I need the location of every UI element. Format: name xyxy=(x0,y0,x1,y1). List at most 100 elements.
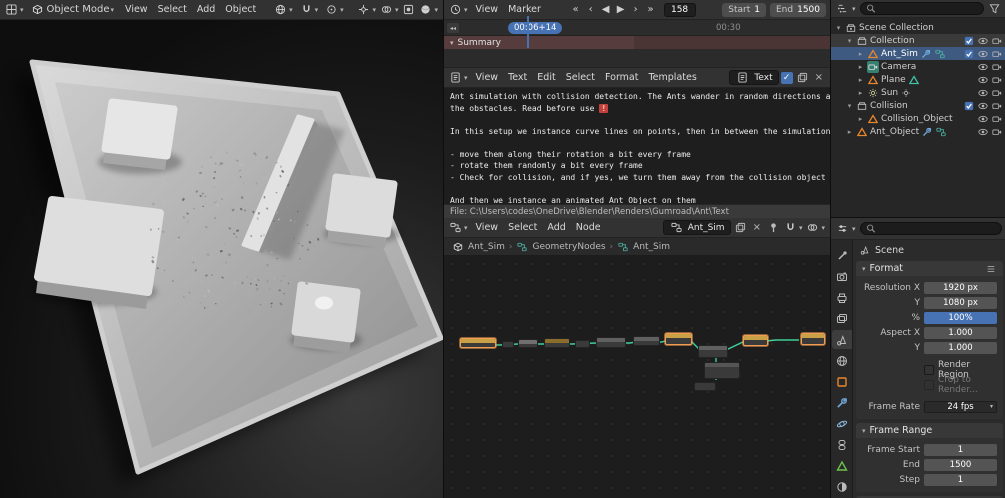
outliner-row-camera[interactable]: ▸ Camera xyxy=(831,60,1005,73)
menu-view[interactable]: View xyxy=(120,3,153,16)
outliner-row-collision[interactable]: ▾ Collision xyxy=(831,99,1005,112)
outliner-row-collision-object[interactable]: ▸ Collision_Object xyxy=(831,112,1005,125)
3d-scene-canvas[interactable] xyxy=(0,20,443,498)
geometry-node-7[interactable] xyxy=(633,336,660,346)
eye-icon[interactable] xyxy=(977,35,989,47)
editor-type-icon[interactable] xyxy=(448,70,463,85)
properties-tab-physics[interactable] xyxy=(832,414,852,433)
xray-icon[interactable] xyxy=(401,2,416,17)
panel-options-icon[interactable] xyxy=(985,263,997,275)
editor-type-icon[interactable] xyxy=(448,2,463,17)
camera-icon[interactable] xyxy=(991,74,1003,86)
unlink-icon[interactable]: × xyxy=(750,222,764,233)
geometry-node-8[interactable] xyxy=(665,333,692,345)
checkbox-icon[interactable] xyxy=(963,35,975,47)
menu-templates[interactable]: Templates xyxy=(643,71,701,84)
outliner-row-sun[interactable]: ▸ Sun xyxy=(831,86,1005,99)
camera-icon[interactable] xyxy=(991,113,1003,125)
channel-region-toggle[interactable]: ◂◂ xyxy=(447,23,460,33)
disclosure-expanded-icon[interactable]: ▾ xyxy=(862,265,866,273)
mode-selector[interactable]: Object Mode ▾ xyxy=(27,1,119,18)
-field[interactable]: 100% xyxy=(924,311,997,324)
end-field[interactable]: 1500 xyxy=(924,458,997,471)
overlays-icon[interactable] xyxy=(379,2,394,17)
step-field[interactable]: 1 xyxy=(924,473,997,486)
menu-select[interactable]: Select xyxy=(503,221,542,234)
camera-icon[interactable] xyxy=(991,126,1003,138)
geometry-node-6[interactable] xyxy=(596,337,626,348)
breadcrumb-item[interactable]: GeometryNodes xyxy=(532,242,605,252)
outliner-row-plane[interactable]: ▸ Plane xyxy=(831,73,1005,86)
properties-tab-modifiers[interactable] xyxy=(832,393,852,412)
play-reverse-button[interactable]: ◀ xyxy=(599,2,613,17)
disclosure-collapsed-icon[interactable]: ▸ xyxy=(856,50,865,58)
geometry-node-10[interactable] xyxy=(704,362,740,379)
disclosure-expanded-icon[interactable]: ▾ xyxy=(845,102,854,110)
jump-end-button[interactable]: » xyxy=(644,2,658,17)
editor-type-icon[interactable] xyxy=(835,221,850,236)
next-keyframe-button[interactable]: › xyxy=(629,2,643,17)
overlays-icon[interactable] xyxy=(805,220,820,235)
eye-icon[interactable] xyxy=(977,113,989,125)
panel-header-frame-range[interactable]: ▾ Frame Range xyxy=(856,423,1003,438)
text-datablock-selector[interactable]: Text xyxy=(729,70,779,85)
disclosure-collapsed-icon[interactable]: ▸ xyxy=(856,89,865,97)
menu-node[interactable]: Node xyxy=(571,221,606,234)
timeline-ruler[interactable]: ◂◂ 00:06+14 00:30 xyxy=(444,20,830,36)
frame-start-field[interactable]: 1 xyxy=(924,443,997,456)
menu-view[interactable]: View xyxy=(471,3,504,16)
geometry-node-1[interactable] xyxy=(460,338,496,348)
prev-keyframe-button[interactable]: ‹ xyxy=(584,2,598,17)
register-checkbox[interactable]: ✓ xyxy=(780,71,793,84)
menu-select[interactable]: Select xyxy=(153,3,192,16)
menu-format[interactable]: Format xyxy=(600,71,643,84)
y-field[interactable]: 1.000 xyxy=(924,341,997,354)
eye-icon[interactable] xyxy=(977,48,989,60)
eye-icon[interactable] xyxy=(977,61,989,73)
magnet-icon[interactable] xyxy=(783,220,798,235)
transform-orientation-dropdown[interactable]: ▾ xyxy=(270,1,297,18)
resolution-x-field[interactable]: 1920 px xyxy=(924,281,997,294)
geometry-node-12[interactable] xyxy=(743,335,768,346)
camera-icon[interactable] xyxy=(991,87,1003,99)
editor-type-icon[interactable] xyxy=(4,2,19,17)
disclosure-collapsed-icon[interactable]: ▸ xyxy=(856,76,865,84)
breadcrumb-item[interactable]: Ant_Sim xyxy=(633,242,670,252)
eye-icon[interactable] xyxy=(977,74,989,86)
breadcrumb-item[interactable]: Ant_Sim xyxy=(468,242,505,252)
properties-tab-world[interactable] xyxy=(832,351,852,370)
outliner-row-ant-object[interactable]: ▸ Ant_Object xyxy=(831,125,1005,138)
geometry-node-4[interactable] xyxy=(544,338,570,348)
playhead[interactable]: 00:06+14 xyxy=(508,22,563,34)
menu-edit[interactable]: Edit xyxy=(532,71,560,84)
y-field[interactable]: 1080 px xyxy=(924,296,997,309)
frame-rate-field[interactable]: 24 fps ▾ xyxy=(924,400,997,413)
unlink-icon[interactable]: × xyxy=(812,72,826,83)
menu-marker[interactable]: Marker xyxy=(503,3,546,16)
geometry-node-9[interactable] xyxy=(698,345,728,358)
geometry-node-5[interactable] xyxy=(575,340,590,348)
camera-icon[interactable] xyxy=(991,61,1003,73)
checkbox-render-region[interactable] xyxy=(924,364,934,375)
menu-view[interactable]: View xyxy=(471,221,504,234)
properties-tab-view-layer[interactable] xyxy=(832,309,852,328)
disclosure-expanded-icon[interactable]: ▾ xyxy=(834,24,843,32)
properties-tab-constraints[interactable] xyxy=(832,435,852,454)
filter-icon[interactable] xyxy=(987,1,1002,16)
shading-solid-icon[interactable] xyxy=(418,2,433,17)
properties-tab-render[interactable] xyxy=(832,267,852,286)
copy-icon[interactable] xyxy=(795,70,810,85)
current-frame-field[interactable]: 158 xyxy=(663,2,696,17)
node-tree-selector[interactable]: Ant_Sim xyxy=(662,220,731,235)
menu-text[interactable]: Text xyxy=(503,71,532,84)
eye-icon[interactable] xyxy=(977,100,989,112)
disclosure-collapsed-icon[interactable]: ▸ xyxy=(856,115,865,123)
proportional-editing-dropdown[interactable]: ▾ xyxy=(321,1,348,18)
properties-tab-output[interactable] xyxy=(832,288,852,307)
properties-tab-object[interactable] xyxy=(832,372,852,391)
copy-icon[interactable] xyxy=(733,220,748,235)
outliner-row-collection[interactable]: ▾ Collection xyxy=(831,34,1005,47)
menu-add[interactable]: Add xyxy=(192,3,220,16)
cube-obstacle-right[interactable] xyxy=(324,173,400,248)
start-frame-field[interactable]: Start 1 xyxy=(722,2,766,17)
